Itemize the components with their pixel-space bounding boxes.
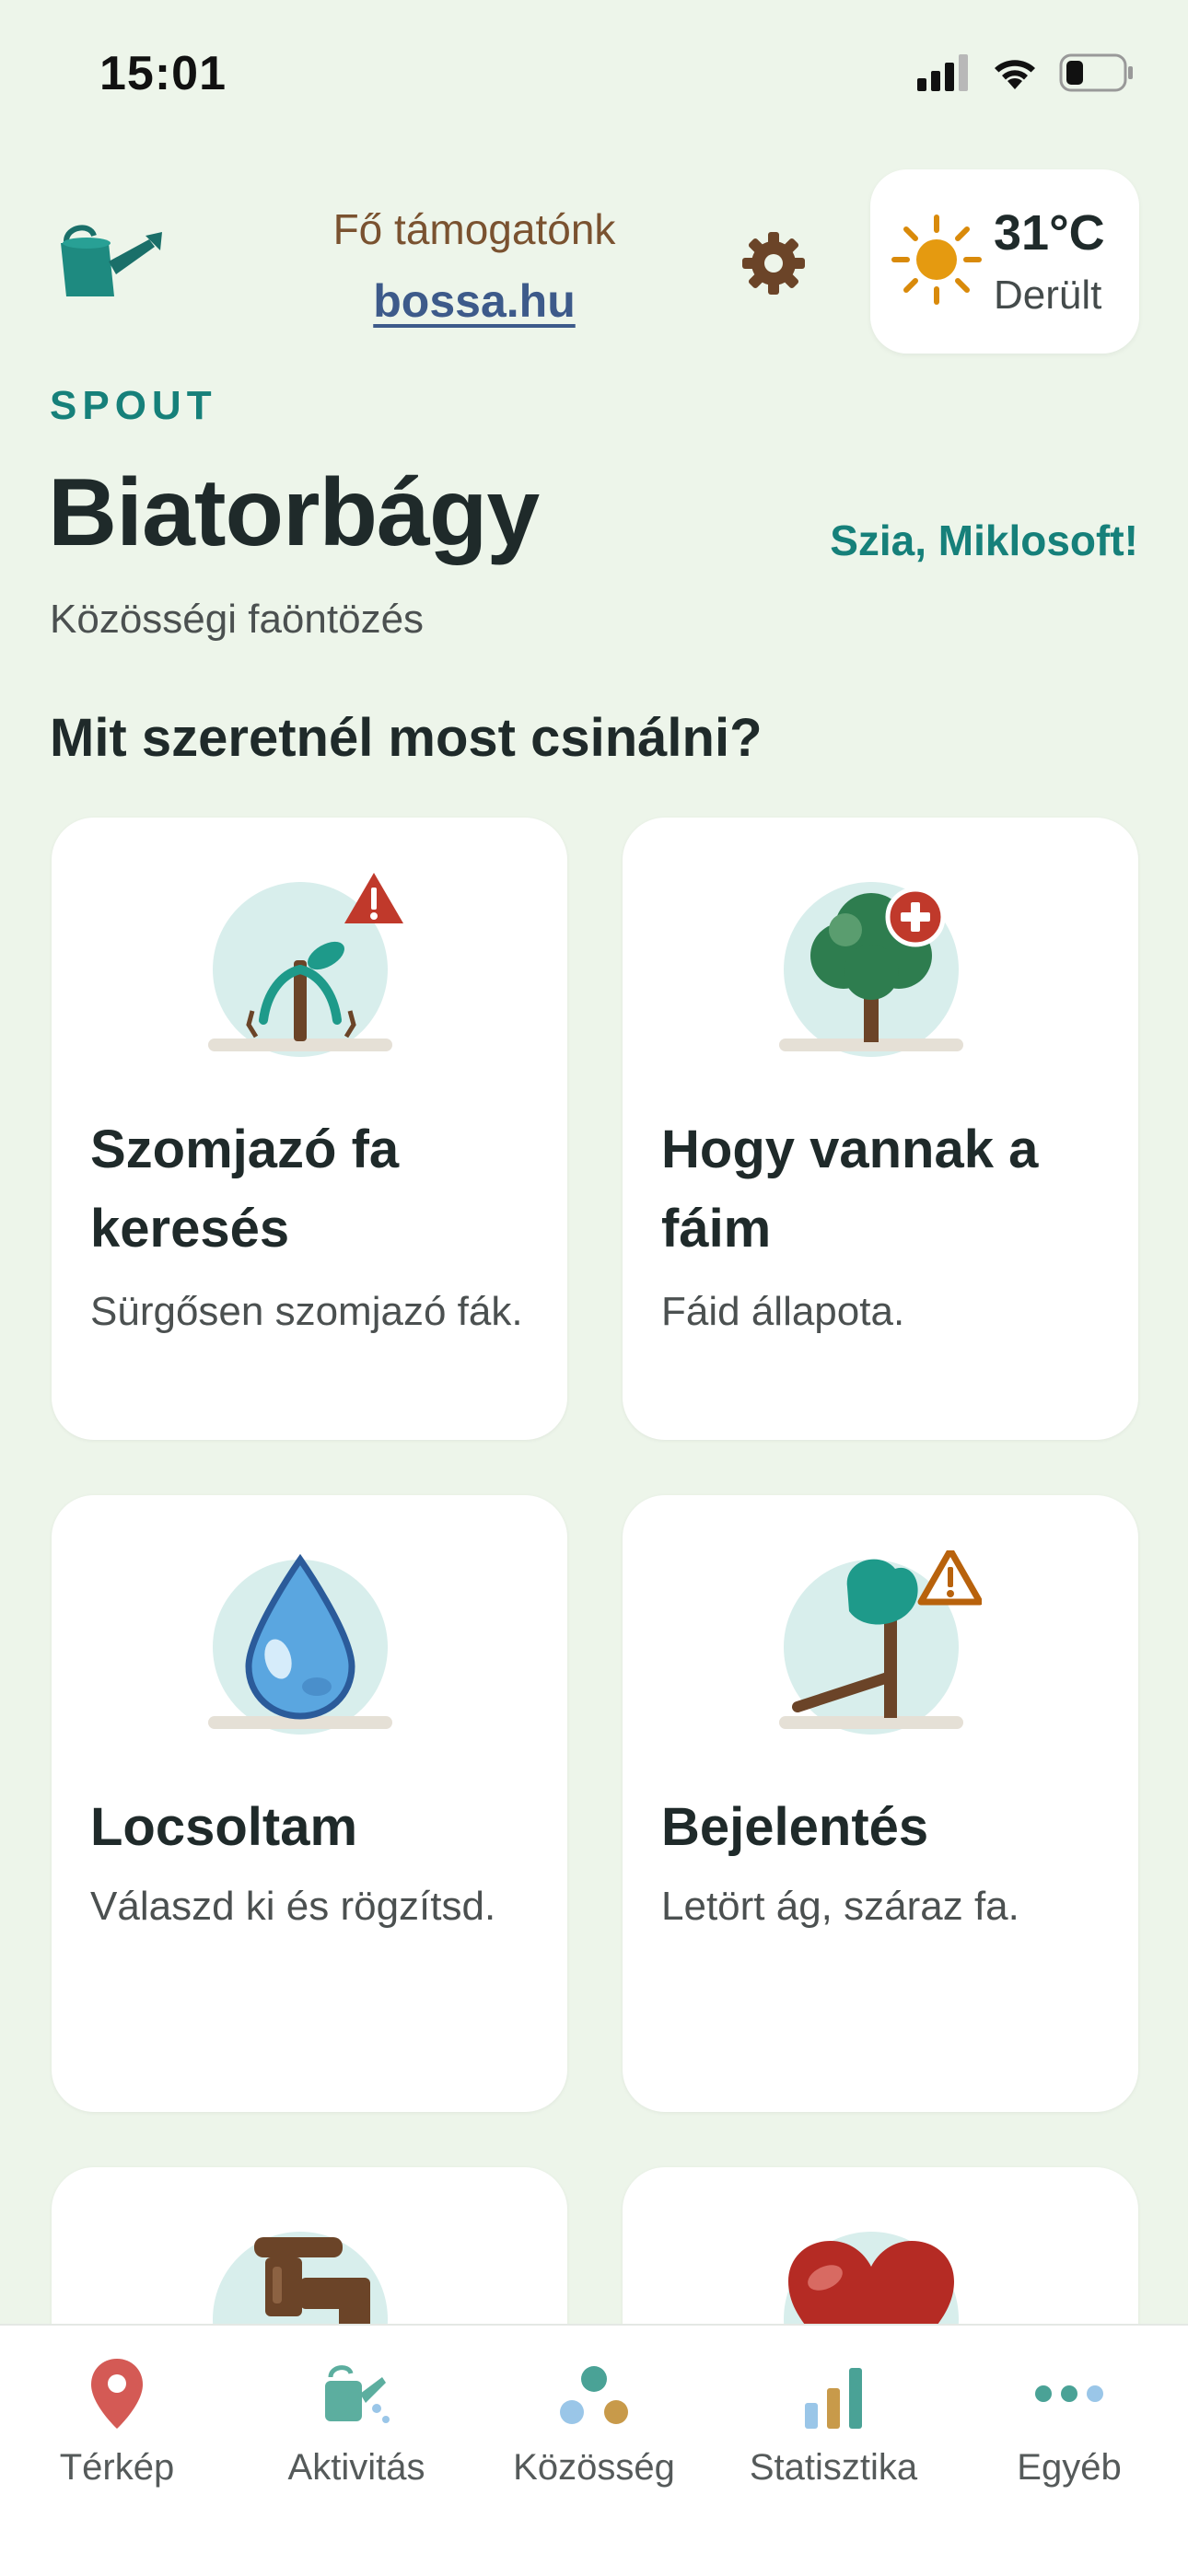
card-description: Sürgősen szomjazó fák. bbox=[90, 1289, 523, 1334]
tab-community[interactable]: Közösség bbox=[488, 2357, 700, 2523]
sponsor-label: Fő támogatónk bbox=[332, 205, 616, 253]
app-brand: SPOUT bbox=[50, 383, 217, 428]
thirsty-sapling-icon bbox=[208, 873, 403, 1057]
card-title: Hogy vannak a fáim bbox=[661, 1120, 1039, 1259]
tab-label: Statisztika bbox=[749, 2447, 918, 2488]
card-title: Szomjazó fa keresés bbox=[90, 1120, 400, 1259]
tab-label: Egyéb bbox=[1017, 2447, 1122, 2488]
community-dots-icon bbox=[560, 2366, 628, 2424]
status-icons bbox=[917, 53, 1135, 92]
tab-label: Közösség bbox=[513, 2447, 675, 2488]
more-dots-icon bbox=[1035, 2385, 1103, 2402]
watered-card[interactable]: Locsoltam Válaszd ki és rögzítsd. bbox=[52, 1495, 567, 2112]
watering-can-logo-icon bbox=[61, 225, 162, 296]
map-pin-icon bbox=[91, 2359, 143, 2429]
weather-temperature: 31°C bbox=[994, 205, 1105, 261]
tab-label: Térkép bbox=[59, 2447, 175, 2488]
city-title: Biatorbágy bbox=[48, 459, 540, 566]
card-description: Fáid állapota. bbox=[661, 1289, 905, 1334]
thirsty-tree-search-card[interactable]: Szomjazó fa keresés Sürgősen szomjazó fá… bbox=[52, 818, 567, 1440]
bar-chart-icon bbox=[805, 2368, 862, 2429]
sponsor-block: Fő támogatónk bossa.hu bbox=[304, 204, 645, 328]
wifi-icon bbox=[995, 60, 1035, 89]
tree-health-icon bbox=[779, 882, 963, 1057]
weather-widget: 31°C Derült bbox=[870, 169, 1139, 354]
report-card[interactable]: Bejelentés Letört ág, száraz fa. bbox=[623, 1495, 1138, 2112]
my-trees-card[interactable]: Hogy vannak a fáim Fáid állapota. bbox=[623, 818, 1138, 1440]
watering-can-icon bbox=[325, 2365, 390, 2423]
tab-statistics[interactable]: Statisztika bbox=[728, 2357, 939, 2523]
gear-icon[interactable] bbox=[740, 230, 807, 296]
sponsor-link[interactable]: bossa.hu bbox=[373, 274, 575, 328]
user-greeting[interactable]: Szia, Miklosoft! bbox=[830, 516, 1138, 565]
broken-branch-icon bbox=[779, 1550, 982, 1735]
card-description: Válaszd ki és rögzítsd. bbox=[90, 1884, 496, 1929]
tab-more[interactable]: Egyéb bbox=[963, 2357, 1175, 2523]
card-title: Bejelentés bbox=[661, 1797, 929, 1857]
app-subtitle: Közösségi faöntözés bbox=[50, 597, 425, 642]
weather-condition: Derült bbox=[994, 273, 1102, 318]
status-bar: 15:01 bbox=[0, 0, 1188, 147]
action-question-heading: Mit szeretnél most csinálni? bbox=[50, 708, 763, 768]
cellular-signal-icon bbox=[917, 54, 968, 91]
sun-icon bbox=[891, 215, 982, 305]
water-drop-icon bbox=[208, 1553, 392, 1735]
tab-label: Aktivitás bbox=[287, 2447, 425, 2488]
card-description: Letört ág, száraz fa. bbox=[661, 1884, 1019, 1929]
status-time: 15:01 bbox=[99, 47, 227, 100]
battery-icon bbox=[1059, 53, 1133, 92]
card-title: Locsoltam bbox=[90, 1797, 358, 1857]
tab-activity[interactable]: Aktivitás bbox=[250, 2357, 462, 2523]
tab-map[interactable]: Térkép bbox=[11, 2357, 223, 2523]
bottom-tab-bar: Térkép Aktivitás Közösség Statisztika Eg… bbox=[0, 2324, 1188, 2576]
